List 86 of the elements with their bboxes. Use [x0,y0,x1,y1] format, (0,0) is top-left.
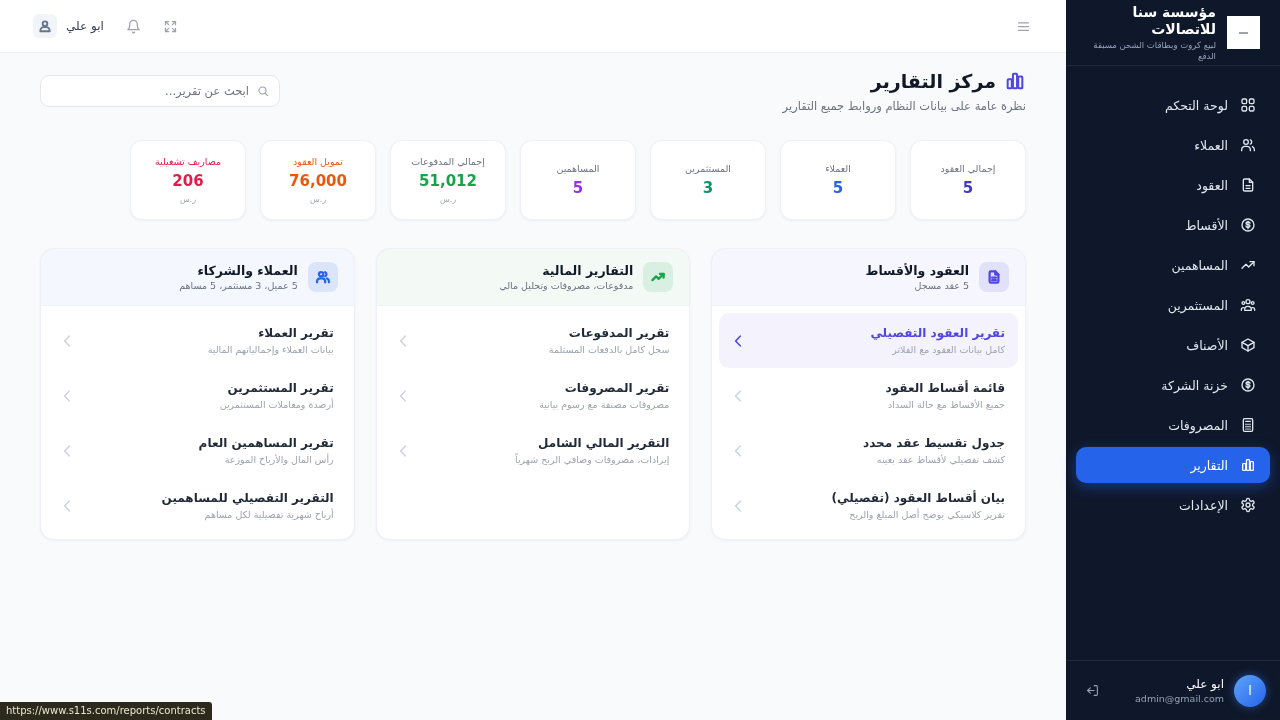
user-name: ابو علي [1186,677,1224,691]
calculator-icon [1240,417,1256,433]
chevron-left-icon [398,334,407,347]
chevron-left-icon [63,334,71,347]
users-icon [1240,137,1256,153]
report-link[interactable]: تقرير المستثمرين أرصدة ومعاملات المستثمرين [48,368,347,423]
stat-value: 76,000 [289,172,347,190]
chevron-left-icon [734,389,743,402]
report-link[interactable]: تقرير العملاء بيانات العملاء وإجمالياتهم المالية [48,313,347,368]
nav-item[interactable]: الأصناف [1076,327,1270,363]
user-avatar-icon[interactable] [33,14,57,38]
stat-value: 206 [172,172,204,190]
chevron-left-icon [734,334,743,347]
stat-unit: ر.س [179,195,197,204]
report-link[interactable]: قائمة أقساط العقود جميع الأقساط مع حالة السداد [719,368,1018,423]
stat-label: المستثمرين [685,163,731,174]
nav-item[interactable]: خزنة الشركة [1076,367,1270,403]
report-link[interactable]: بيان أقساط العقود (تفصيلي) تقرير كلاسيكي يوضح أصل المبلغ والربح [719,478,1018,533]
stat-unit: ر.س [439,195,457,204]
nav-item[interactable]: المستثمرين [1076,287,1270,323]
page-subtitle: نظرة عامة على بيانات النظام وروابط جميع التقارير [782,99,1026,113]
settings-icon [1240,497,1256,513]
nav-item[interactable]: التقارير [1076,447,1270,483]
report-link[interactable]: تقرير المصروفات مصروفات مصنفة مع رسوم بيانية [383,368,683,423]
report-link[interactable]: تقرير العقود التفصيلي كامل بيانات العقود مع الفلاتر [719,313,1018,368]
report-link[interactable]: جدول تقسيط عقد محدد كشف تفصيلي لأقساط عقد بعينه [719,423,1018,478]
nav-item[interactable]: المصروفات [1076,407,1270,443]
nav-item[interactable]: العملاء [1076,127,1270,163]
dollar-circle-icon [1240,377,1256,393]
nav-item[interactable]: العقود [1076,167,1270,203]
stat-unit: ر.س [309,195,327,204]
stat-label: المساهمين [556,163,600,174]
bar-chart-icon [1004,70,1026,92]
link-status-bar: https://www.s11s.com/reports/contracts [0,702,212,720]
report-link[interactable]: تقرير المدفوعات سجل كامل بالدفعات المستلمة [383,313,683,368]
nav-item[interactable]: المساهمين [1076,247,1270,283]
chevron-left-icon [734,499,743,512]
logo-image [1227,16,1260,49]
user-name[interactable]: ابو علي [66,19,104,33]
report-link[interactable]: التقرير التفصيلي للمساهمين أرباح شهرية تفصيلية لكل مساهم [48,478,347,533]
panel-subtitle: 5 عميل، 3 مستثمر، 5 مساهم [179,280,298,291]
bar-chart-icon [1240,457,1256,473]
logout-icon[interactable] [1086,684,1099,697]
expand-icon[interactable] [162,18,178,34]
report-link[interactable]: التقرير المالي الشامل إيرادات، مصروفات وصافي الربح شهرياً [383,423,683,478]
brand-tagline: لبيع كروت وبطاقات الشحن مسبقة الدفع [1092,39,1216,62]
dollar-circle-icon [1240,217,1256,233]
stat-label: إجمالي العقود [940,163,996,174]
user-group-icon [1240,297,1256,313]
panel-title: العقود والأقساط [865,263,969,278]
chevron-left-icon [63,389,71,402]
nav-item[interactable]: لوحة التحكم [1076,87,1270,123]
page-title: مركز التقارير [870,69,996,95]
chevron-left-icon [398,444,407,457]
stat-value: 51,012 [419,172,477,190]
panel-subtitle: 5 عقد مسجل [913,280,969,291]
stat-value: 5 [572,179,584,197]
search-field[interactable]: ابحث عن تقرير... [40,75,280,107]
panel-title: العملاء والشركاء [196,263,298,278]
stat-value: 5 [832,179,844,197]
bell-icon[interactable] [125,18,141,34]
document-icon [1240,177,1256,193]
chevron-left-icon [63,444,71,457]
user-email: admin@gmail.com [1135,693,1224,704]
panel-title: التقارير المالية [541,263,634,278]
stat-value: 5 [962,179,974,197]
stat-label: إجمالي المدفوعات [411,156,485,167]
document-icon [979,262,1009,292]
chevron-left-icon [63,499,71,512]
search-icon [257,85,269,97]
users-icon [307,262,338,292]
stat-label: العملاء [825,163,851,174]
brand-name: مؤسسة سنا للاتصالات [1131,3,1216,38]
trending-up-icon [643,262,674,292]
stat-label: مصاريف تشغيلية [155,156,221,167]
nav-item[interactable]: الإعدادات [1076,487,1270,523]
grid-icon [1240,97,1256,113]
user-avatar: ا [1234,674,1266,707]
panel-subtitle: مدفوعات، مصروفات وتحليل مالي [499,280,634,291]
cube-icon [1240,337,1256,353]
stat-label: تمويل العقود [293,156,343,167]
chevron-left-icon [398,389,407,402]
report-link[interactable]: تقرير المساهمين العام رأس المال والأرباح الموزعة [48,423,347,478]
stat-value: 3 [702,179,714,197]
nav-item[interactable]: الأقساط [1076,207,1270,243]
chevron-left-icon [734,444,743,457]
